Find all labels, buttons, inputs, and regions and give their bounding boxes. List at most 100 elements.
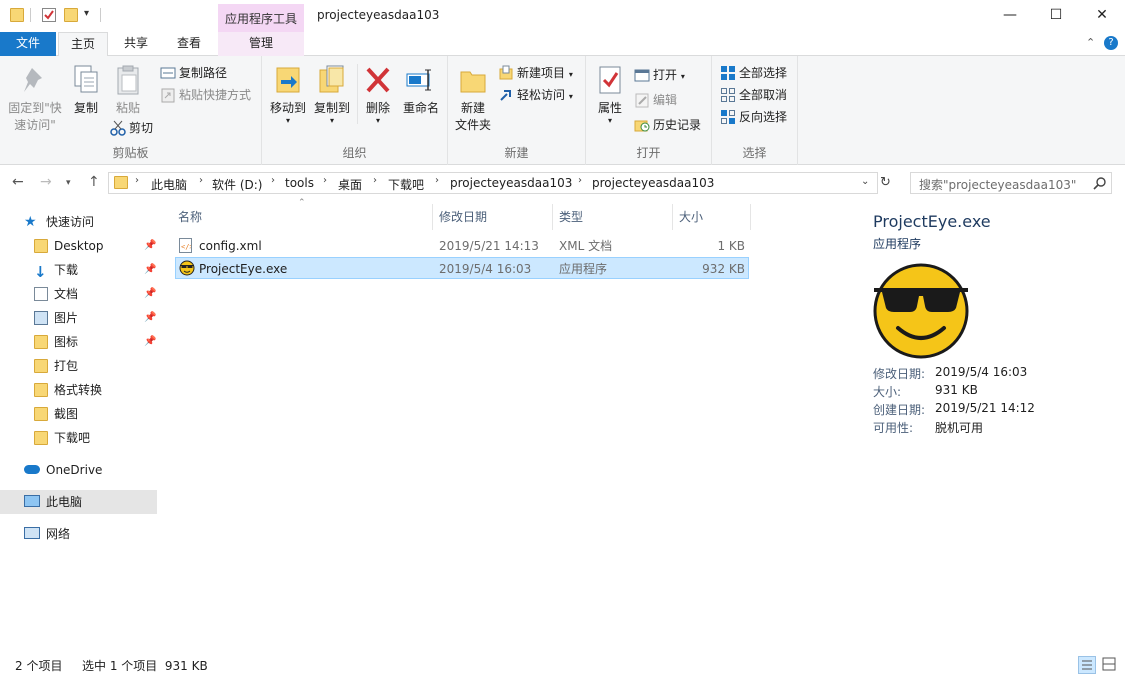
rename-button[interactable]: 重命名 [398, 64, 444, 117]
details-view-icon[interactable] [1078, 656, 1096, 674]
history-button[interactable]: 历史记录 [634, 115, 701, 135]
nav-quick-access[interactable]: ★ 快速访问 [0, 210, 157, 234]
open-button[interactable]: 打开 ▾ [634, 65, 685, 85]
nav-item-screenshots[interactable]: 截图 [0, 402, 157, 426]
nav-item-format-convert[interactable]: 格式转换 [0, 378, 157, 402]
invert-selection-icon [720, 109, 736, 125]
recent-locations-icon[interactable]: ▾ [66, 178, 71, 188]
paste-button[interactable]: 粘贴 [108, 64, 148, 117]
copy-path-button[interactable]: 复制路径 [160, 63, 227, 83]
pin-icon: 📌 [144, 240, 157, 251]
breadcrumb-separator-icon: › [373, 175, 377, 186]
column-header-name[interactable]: 名称 [178, 208, 202, 225]
paste-shortcut-label: 粘贴快捷方式 [179, 88, 252, 102]
customize-toolbar-icon[interactable]: ▾ [84, 8, 96, 22]
cut-button[interactable]: 剪切 [110, 118, 153, 138]
breadcrumb-desktop[interactable]: 桌面 [338, 176, 362, 193]
nav-item-package[interactable]: 打包 [0, 354, 157, 378]
large-icons-view-icon[interactable] [1101, 656, 1119, 674]
search-icon[interactable] [1093, 176, 1107, 193]
divider [357, 64, 358, 124]
column-header-size[interactable]: 大小 [679, 208, 703, 225]
nav-this-pc[interactable]: 此电脑 [0, 490, 157, 514]
breadcrumb-tools[interactable]: tools [285, 176, 314, 190]
breadcrumb-drive-d[interactable]: 软件 (D:) [212, 176, 262, 193]
network-icon [24, 527, 40, 539]
close-button[interactable]: ✕ [1079, 0, 1125, 32]
new-group-title: 新建 [504, 146, 529, 160]
copy-button[interactable]: 复制 [66, 64, 106, 117]
back-arrow-icon[interactable]: ← [12, 174, 24, 190]
edit-icon [634, 92, 650, 108]
easy-access-button[interactable]: 轻松访问 ▾ [498, 85, 573, 105]
invert-selection-button[interactable]: 反向选择 [720, 107, 787, 127]
sunglasses-smiley-icon [179, 260, 195, 283]
copy-to-button[interactable]: 复制到 ▾ [310, 64, 354, 125]
help-icon[interactable]: ? [1104, 36, 1118, 50]
file-row-config[interactable]: </> config.xml 2019/5/21 14:13 XML 文档 1 … [175, 235, 749, 257]
column-header-modified[interactable]: 修改日期 [439, 208, 487, 225]
nav-item-label: 打包 [54, 359, 79, 373]
tab-share[interactable]: 共享 [112, 32, 160, 56]
properties-quick-icon[interactable] [42, 8, 56, 22]
move-to-button[interactable]: 移动到 ▾ [266, 64, 310, 125]
sunglasses-smiley-icon [872, 262, 970, 363]
column-divider[interactable] [432, 204, 433, 230]
nav-item-downloads[interactable]: ↓ 下载 📌 [0, 258, 157, 282]
delete-button[interactable]: 删除 ▾ [360, 64, 396, 125]
nav-item-label: 下载吧 [54, 431, 91, 445]
select-all-button[interactable]: 全部选择 [720, 63, 787, 83]
edit-button[interactable]: 编辑 [634, 90, 677, 110]
column-header-type[interactable]: 类型 [559, 208, 583, 225]
breadcrumb-xiazaiba[interactable]: 下载吧 [388, 176, 424, 193]
ribbon-tabs: 文件 主页 共享 查看 管理 ⌃ ? [0, 32, 1125, 57]
breadcrumb-folder-1[interactable]: projecteyeasdaa103 [450, 176, 572, 190]
move-to-label: 移动到 [269, 101, 306, 115]
breadcrumb-folder-2[interactable]: projecteyeasdaa103 [592, 176, 714, 190]
nav-network[interactable]: 网络 [0, 522, 157, 546]
history-icon [634, 117, 650, 133]
tab-view[interactable]: 查看 [164, 32, 214, 56]
nav-item-pictures[interactable]: 图片 📌 [0, 306, 157, 330]
forward-arrow-icon[interactable]: → [40, 174, 52, 190]
minimize-button[interactable]: — [987, 0, 1033, 32]
file-row-projecteye[interactable]: ProjectEye.exe 2019/5/4 16:03 应用程序 932 K… [175, 257, 749, 279]
properties-button[interactable]: 属性 ▾ [592, 64, 628, 125]
easy-access-label: 轻松访问 [517, 88, 566, 102]
paste-shortcut-button[interactable]: 粘贴快捷方式 [160, 85, 251, 105]
file-name: config.xml [199, 239, 262, 253]
refresh-icon[interactable]: ↻ [880, 175, 891, 190]
select-none-button[interactable]: 全部取消 [720, 85, 787, 105]
maximize-button[interactable]: ☐ [1033, 0, 1079, 32]
search-box[interactable]: 搜索"projecteyeasdaa103" [910, 172, 1112, 194]
new-folder-label-2: 文件夹 [454, 118, 491, 132]
download-arrow-icon: ↓ [34, 263, 47, 281]
copy-icon [71, 64, 101, 96]
address-bar[interactable]: › 此电脑 › 软件 (D:) › tools › 桌面 › 下载吧 › pro… [108, 172, 878, 194]
breadcrumb-this-pc[interactable]: 此电脑 [151, 176, 187, 193]
nav-item-desktop[interactable]: Desktop 📌 [0, 234, 157, 258]
address-dropdown-icon[interactable]: ⌄ [861, 176, 869, 187]
new-item-button[interactable]: 新建项目 ▾ [498, 63, 573, 83]
column-divider[interactable] [552, 204, 553, 230]
nav-onedrive[interactable]: OneDrive [0, 458, 157, 482]
divider [30, 8, 31, 22]
open-group-title: 打开 [636, 146, 661, 160]
column-divider[interactable] [672, 204, 673, 230]
breadcrumb-separator-icon: › [323, 175, 327, 186]
nav-item-documents[interactable]: 文档 📌 [0, 282, 157, 306]
edit-label: 编辑 [653, 93, 678, 107]
new-folder-quick-icon[interactable] [64, 8, 78, 22]
tab-manage[interactable]: 管理 [218, 32, 304, 56]
collapse-ribbon-icon[interactable]: ⌃ [1086, 36, 1095, 49]
up-arrow-icon[interactable]: ↑ [88, 174, 100, 190]
chevron-down-icon: ▾ [329, 116, 334, 125]
column-divider[interactable] [750, 204, 751, 230]
tab-home[interactable]: 主页 [58, 32, 108, 57]
nav-item-xiazaiba[interactable]: 下载吧 [0, 426, 157, 450]
tab-file[interactable]: 文件 [0, 32, 56, 56]
nav-item-icons[interactable]: 图标 📌 [0, 330, 157, 354]
select-all-label: 全部选择 [739, 66, 788, 80]
pin-quick-access-button[interactable]: 固定到"快 速访问" [6, 64, 64, 134]
new-folder-button[interactable]: 新建 文件夹 [452, 64, 494, 134]
